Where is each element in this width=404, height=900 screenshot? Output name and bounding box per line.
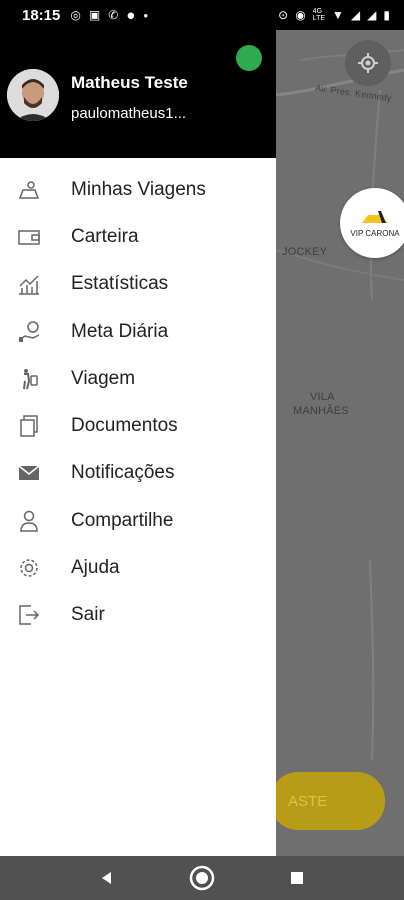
- map-area-label-jockey: JOCKEY: [282, 246, 328, 258]
- map-area-label-manhaes: MANHÃES: [293, 405, 349, 417]
- user-icon: [16, 508, 42, 534]
- recents-square-icon: [290, 872, 303, 884]
- back-triangle-icon: [102, 872, 112, 884]
- vip-carona-logo[interactable]: VIP CARONA: [340, 188, 404, 258]
- menu-label: Compartilhe: [71, 509, 174, 531]
- menu-item-documentos[interactable]: Documentos: [0, 402, 276, 449]
- whatsapp-icon: ✆: [108, 8, 119, 22]
- menu-item-sair[interactable]: Sair: [0, 592, 276, 639]
- signal-icon: ◢: [350, 8, 361, 22]
- documents-icon: [16, 413, 42, 439]
- status-time: 18:15: [22, 6, 61, 24]
- eye-icon: ◉: [295, 8, 306, 22]
- back-button[interactable]: [87, 858, 127, 898]
- menu-label: Notificações: [71, 462, 175, 484]
- record-dot-icon: ●: [126, 6, 136, 24]
- goal-icon: [16, 319, 42, 345]
- travel-icon: [16, 366, 42, 392]
- menu-label: Carteira: [71, 225, 139, 247]
- drawer-header[interactable]: Matheus Teste paulomatheus1...: [0, 30, 276, 158]
- menu-label: Documentos: [71, 415, 178, 437]
- menu-item-carteira[interactable]: Carteira: [0, 213, 276, 260]
- menu-item-viagem[interactable]: Viagem: [0, 355, 276, 402]
- signal-2-icon: ◢: [367, 8, 377, 22]
- more-dot-icon: ●: [143, 10, 149, 20]
- avatar[interactable]: [7, 69, 59, 121]
- menu-item-minhas-viagens[interactable]: Minhas Viagens: [0, 166, 276, 213]
- request-ride-label: ASTE: [288, 792, 328, 810]
- menu-item-estatisticas[interactable]: Estatísticas: [0, 261, 276, 308]
- status-bar: 18:15 ◎ ▣ ✆ ● ● ⊙ ◉ 4G LTE ▼ ◢ ◢ ▮: [0, 0, 404, 30]
- system-navigation-bar: [0, 856, 404, 900]
- logout-icon: [16, 602, 42, 628]
- mail-icon: [16, 460, 42, 486]
- navigation-drawer: Matheus Teste paulomatheus1... Minhas Vi…: [0, 0, 276, 856]
- menu-label: Estatísticas: [71, 273, 169, 295]
- menu-label: Viagem: [71, 367, 136, 389]
- home-button[interactable]: [182, 858, 222, 898]
- menu-label: Ajuda: [71, 557, 120, 579]
- wifi-icon: ▼: [332, 8, 344, 22]
- chart-icon: [16, 271, 42, 297]
- app-notification-icon: ◎: [70, 8, 81, 22]
- menu-label: Meta Diária: [71, 320, 169, 342]
- car-logo-icon: [362, 210, 388, 223]
- recents-button[interactable]: [277, 858, 317, 898]
- map-area-label-vila: VILA: [310, 391, 335, 403]
- user-name: Matheus Teste: [71, 73, 188, 92]
- user-photo-icon: [7, 69, 59, 121]
- vip-badge-text: VIP CARONA: [350, 228, 400, 238]
- lte-icon: 4G LTE: [312, 8, 326, 22]
- location-icon: ⊙: [278, 8, 289, 22]
- my-location-button[interactable]: [345, 40, 391, 86]
- menu-label: Minhas Viagens: [71, 178, 206, 200]
- menu-item-meta-diaria[interactable]: Meta Diária: [0, 308, 276, 355]
- instagram-icon: ▣: [88, 8, 101, 22]
- menu-item-compartilhe[interactable]: Compartilhe: [0, 497, 276, 544]
- user-email: paulomatheus1...: [71, 105, 187, 122]
- battery-icon: ▮: [383, 8, 390, 22]
- menu-item-ajuda[interactable]: Ajuda: [0, 544, 276, 591]
- menu-item-notificacoes[interactable]: Notificações: [0, 450, 276, 497]
- menu-label: Sair: [71, 604, 105, 626]
- home-circle-icon: [189, 865, 215, 891]
- help-icon: [16, 555, 42, 581]
- request-ride-button[interactable]: ASTE: [270, 772, 385, 830]
- trips-icon: [16, 177, 42, 203]
- wallet-icon: [16, 224, 42, 250]
- drawer-menu: Minhas Viagens Carteira Estatísticas Met…: [0, 166, 276, 639]
- crosshair-icon: [358, 53, 378, 73]
- online-status-indicator: [236, 45, 262, 71]
